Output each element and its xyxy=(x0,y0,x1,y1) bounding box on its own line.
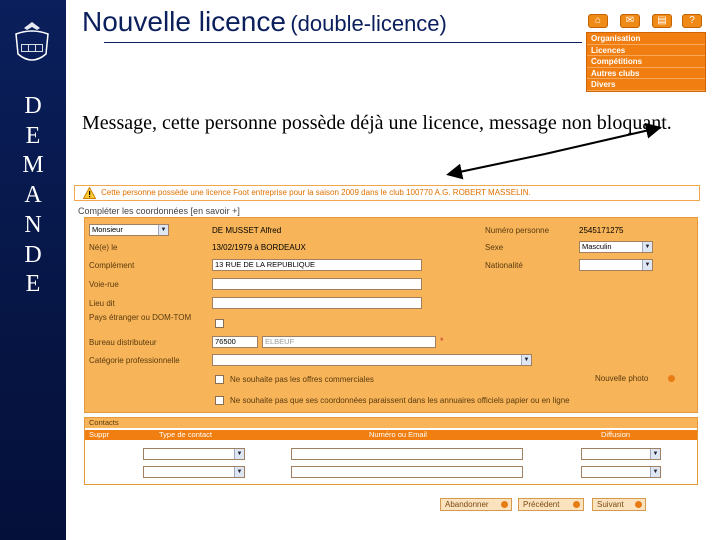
chevron-down-icon: ▼ xyxy=(642,260,652,270)
abandon-button[interactable]: Abandonner xyxy=(440,498,512,511)
home-icon[interactable]: ⌂ xyxy=(588,14,608,28)
lieu-label: Lieu dit xyxy=(89,299,115,308)
photo-label[interactable]: Nouvelle photo xyxy=(595,374,648,383)
mail-icon[interactable]: ✉ xyxy=(620,14,640,28)
chevron-down-icon: ▼ xyxy=(234,467,244,477)
sexe-value: Masculin xyxy=(582,242,612,251)
button-bullet-icon xyxy=(573,501,580,508)
postal-code-input[interactable]: 76500 xyxy=(212,336,258,348)
menu-item-autres-clubs[interactable]: Autres clubs xyxy=(587,68,705,79)
menu-item-competitions[interactable]: Compétitions xyxy=(587,56,705,68)
city-value: ELBEUF xyxy=(265,337,295,346)
double-arrow-icon xyxy=(446,122,662,180)
contacts-title: Contacts xyxy=(85,418,697,428)
warning-icon xyxy=(83,187,96,199)
full-name: DE MUSSET Alfred xyxy=(212,226,282,235)
chevron-down-icon: ▼ xyxy=(234,449,244,459)
directory-label: Ne souhaite pas que ses coordonnées para… xyxy=(230,396,570,405)
vertical-letter: D xyxy=(24,241,42,268)
numero-label: Numéro personne xyxy=(485,226,550,235)
pays-checkbox[interactable] xyxy=(215,319,224,328)
directory-checkbox[interactable] xyxy=(215,396,224,405)
vertical-letter: N xyxy=(24,211,42,238)
coordinates-form: Monsieur ▼ DE MUSSET Alfred Né(e) le 13/… xyxy=(84,217,698,413)
top-menu: ⌂ ✉ ▤ ? Organisation Licences Compétitio… xyxy=(586,14,706,92)
chevron-down-icon: ▼ xyxy=(642,242,652,252)
print-icon[interactable]: ▤ xyxy=(652,14,672,28)
categorie-select[interactable]: ▼ xyxy=(212,354,532,366)
postal-code-value: 76500 xyxy=(215,337,236,346)
sexe-label: Sexe xyxy=(485,243,504,252)
numero-value: 2545171275 xyxy=(579,226,624,235)
toolbar-icons: ⌂ ✉ ▤ ? xyxy=(586,14,706,30)
born-label: Né(e) le xyxy=(89,243,118,252)
menu-item-organisation[interactable]: Organisation xyxy=(587,33,705,45)
lieu-input[interactable] xyxy=(212,297,422,309)
nationalite-select[interactable]: ▼ xyxy=(579,259,653,271)
voie-input[interactable] xyxy=(212,278,422,290)
sidebar: D E M A N D E xyxy=(0,0,66,540)
button-bullet-icon xyxy=(635,501,642,508)
previous-button[interactable]: Précédent xyxy=(518,498,584,511)
vertical-letter: M xyxy=(22,152,44,179)
born-value: 13/02/1979 à BORDEAUX xyxy=(212,243,306,252)
menu-list: Organisation Licences Compétitions Autre… xyxy=(586,32,706,92)
photo-bullet-icon xyxy=(668,375,675,382)
column-suppr: Suppr xyxy=(89,430,110,439)
civility-value: Monsieur xyxy=(92,225,123,234)
contacts-columns: Suppr Type de contact Numéro ou Email Di… xyxy=(85,430,697,440)
help-icon[interactable]: ? xyxy=(682,14,702,28)
complement-label: Complément xyxy=(89,261,135,270)
section-title[interactable]: Compléter les coordonnées [en savoir +] xyxy=(78,206,240,216)
vertical-letter: E xyxy=(25,122,41,149)
form-screenshot: Cette personne possède une licence Foot … xyxy=(74,185,700,515)
column-type: Type de contact xyxy=(159,430,212,439)
pays-label: Pays étranger ou DOM-TOM xyxy=(89,313,192,322)
sexe-select[interactable]: Masculin ▼ xyxy=(579,241,653,253)
next-label: Suivant xyxy=(597,500,624,509)
complement-value: 13 RUE DE LA REPUBLIQUE xyxy=(215,260,316,269)
chevron-down-icon: ▼ xyxy=(650,467,660,477)
vertical-word: D E M A N D E xyxy=(0,92,66,300)
column-diffusion: Diffusion xyxy=(601,430,631,439)
menu-item-licences[interactable]: Licences xyxy=(587,45,705,56)
title-underline xyxy=(104,42,582,43)
button-bullet-icon xyxy=(501,501,508,508)
next-button[interactable]: Suivant xyxy=(592,498,646,511)
chevron-down-icon: ▼ xyxy=(158,225,168,235)
menu-item-divers[interactable]: Divers xyxy=(587,79,705,91)
warning-banner: Cette personne possède une licence Foot … xyxy=(74,185,700,201)
fff-logo xyxy=(15,22,49,61)
civility-select[interactable]: Monsieur ▼ xyxy=(89,224,169,236)
column-numero: Numéro ou Email xyxy=(369,430,427,439)
contacts-section: Contacts Suppr Type de contact Numéro ou… xyxy=(84,417,698,485)
vertical-letter: E xyxy=(25,271,41,298)
nationalite-label: Nationalité xyxy=(485,261,523,270)
contact-number-input[interactable] xyxy=(291,448,523,460)
voie-label: Voie-rue xyxy=(89,280,119,289)
contact-number-input[interactable] xyxy=(291,466,523,478)
contact-type-select[interactable]: ▼ xyxy=(143,448,245,460)
bureau-label: Bureau distributeur xyxy=(89,338,157,347)
diffusion-select[interactable]: ▼ xyxy=(581,466,661,478)
abandon-label: Abandonner xyxy=(445,500,489,509)
title-main: Nouvelle licence xyxy=(82,6,286,37)
page-title: Nouvelle licence (double-licence) xyxy=(82,6,447,38)
offers-checkbox[interactable] xyxy=(215,375,224,384)
warning-text: Cette personne possède une licence Foot … xyxy=(101,188,531,197)
vertical-letter: D xyxy=(24,93,42,119)
offers-label: Ne souhaite pas les offres commerciales xyxy=(230,375,374,384)
previous-label: Précédent xyxy=(523,500,560,509)
contact-type-select[interactable]: ▼ xyxy=(143,466,245,478)
vertical-letter: A xyxy=(24,182,42,209)
title-sub: (double-licence) xyxy=(290,11,447,36)
chevron-down-icon: ▼ xyxy=(650,449,660,459)
city-input[interactable]: ELBEUF xyxy=(262,336,436,348)
categorie-label: Catégorie professionnelle xyxy=(89,356,180,365)
complement-input[interactable]: 13 RUE DE LA REPUBLIQUE xyxy=(212,259,422,271)
chevron-down-icon: ▼ xyxy=(521,355,531,365)
diffusion-select[interactable]: ▼ xyxy=(581,448,661,460)
required-marker: * xyxy=(440,336,444,346)
